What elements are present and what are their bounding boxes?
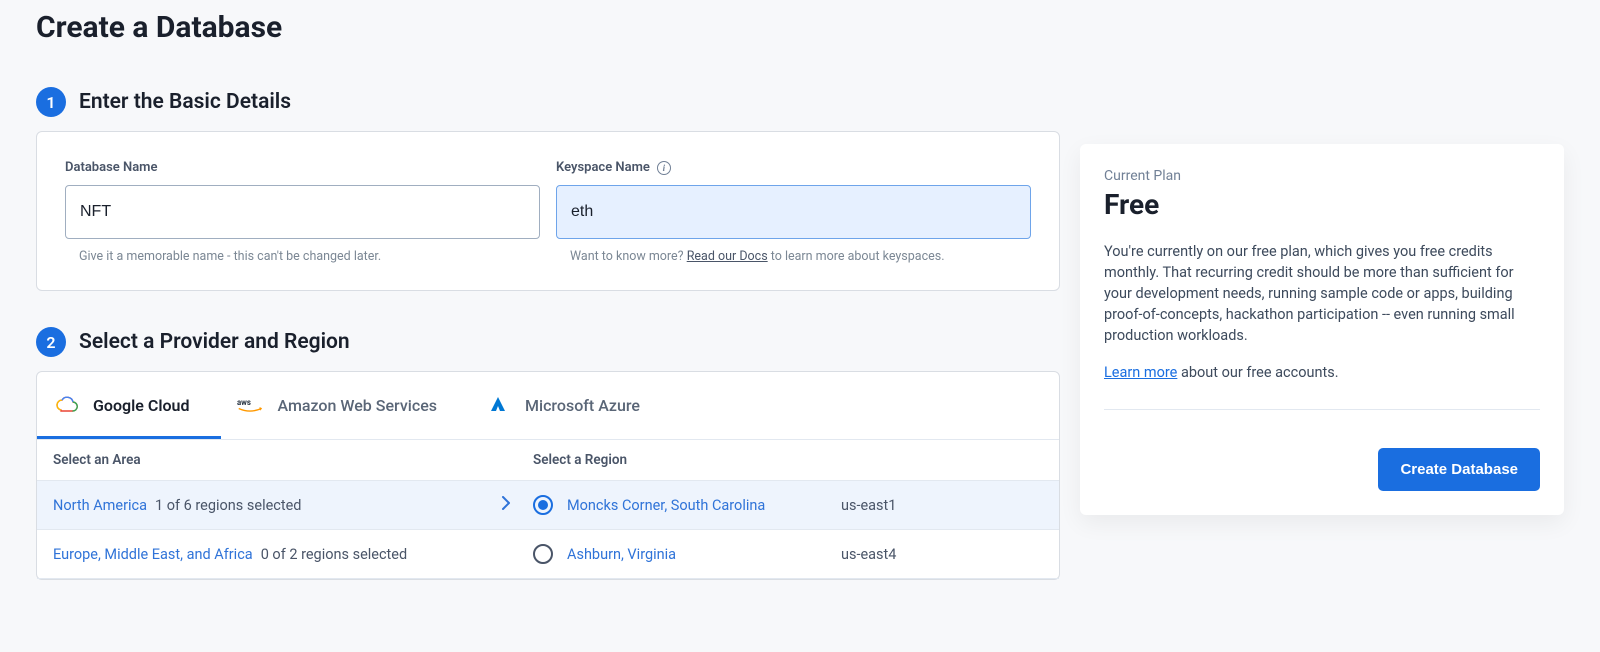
tab-google-cloud-label: Google Cloud xyxy=(93,396,189,415)
page-title: Create a Database xyxy=(36,0,1060,87)
aws-icon: aws xyxy=(237,394,263,416)
keyspace-name-label: Keyspace Name i xyxy=(556,160,1031,175)
tab-google-cloud[interactable]: Google Cloud xyxy=(37,372,221,439)
keyspace-hint-prefix: Want to know more? xyxy=(570,249,687,264)
google-cloud-icon xyxy=(53,394,79,416)
keyspace-hint-suffix: to learn more about keyspaces. xyxy=(768,249,945,264)
tab-aws[interactable]: aws Amazon Web Services xyxy=(221,372,469,439)
step1-number: 1 xyxy=(36,87,66,117)
area-subtext: 1 of 6 regions selected xyxy=(155,497,301,514)
keyspace-name-label-text: Keyspace Name xyxy=(556,160,650,175)
chevron-right-icon xyxy=(501,496,511,514)
area-north-america[interactable]: North America 1 of 6 regions selected xyxy=(53,497,533,514)
region-code: us-east4 xyxy=(841,546,896,563)
region-name: Ashburn, Virginia xyxy=(567,546,827,563)
tab-aws-label: Amazon Web Services xyxy=(277,396,437,415)
region-us-east1[interactable]: Moncks Corner, South Carolina us-east1 xyxy=(533,495,1043,515)
plan-name: Free xyxy=(1104,188,1540,221)
tab-azure-label: Microsoft Azure xyxy=(525,396,640,415)
area-name: North America xyxy=(53,497,147,514)
area-header: Select an Area xyxy=(53,452,533,468)
plan-learn-suffix: about our free accounts. xyxy=(1177,364,1338,381)
keyspace-name-input[interactable] xyxy=(556,185,1031,239)
azure-icon xyxy=(485,394,511,416)
step2-header: 2 Select a Provider and Region xyxy=(36,327,1060,357)
svg-text:aws: aws xyxy=(237,398,251,407)
plan-card: Current Plan Free You're currently on ou… xyxy=(1080,144,1564,515)
region-name: Moncks Corner, South Carolina xyxy=(567,497,827,514)
read-docs-link[interactable]: Read our Docs xyxy=(687,249,768,264)
plan-description: You're currently on our free plan, which… xyxy=(1104,241,1540,346)
region-code: us-east1 xyxy=(841,497,896,514)
info-icon[interactable]: i xyxy=(657,161,671,175)
region-header: Select a Region xyxy=(533,452,1043,468)
database-name-hint: Give it a memorable name - this can't be… xyxy=(65,249,540,264)
area-subtext: 0 of 2 regions selected xyxy=(261,546,407,563)
region-us-east4[interactable]: Ashburn, Virginia us-east4 xyxy=(533,544,1043,564)
area-name: Europe, Middle East, and Africa xyxy=(53,546,253,563)
provider-card: Google Cloud aws Amazon Web Services Mic… xyxy=(36,371,1060,580)
divider xyxy=(1104,409,1540,410)
step1-header: 1 Enter the Basic Details xyxy=(36,87,1060,117)
keyspace-name-hint: Want to know more? Read our Docs to lear… xyxy=(556,249,1031,264)
tab-azure[interactable]: Microsoft Azure xyxy=(469,372,672,439)
database-name-label: Database Name xyxy=(65,160,540,175)
area-emea[interactable]: Europe, Middle East, and Africa 0 of 2 r… xyxy=(53,546,533,563)
step1-title: Enter the Basic Details xyxy=(79,90,291,114)
area-region-row: Europe, Middle East, and Africa 0 of 2 r… xyxy=(37,530,1059,579)
area-region-row: North America 1 of 6 regions selected Mo… xyxy=(37,481,1059,530)
radio-icon[interactable] xyxy=(533,544,553,564)
provider-tabs: Google Cloud aws Amazon Web Services Mic… xyxy=(37,372,1059,440)
database-name-input[interactable] xyxy=(65,185,540,239)
step1-card: Database Name Give it a memorable name -… xyxy=(36,131,1060,291)
step2-number: 2 xyxy=(36,327,66,357)
plan-learn-more: Learn more about our free accounts. xyxy=(1104,364,1540,381)
create-database-button[interactable]: Create Database xyxy=(1378,448,1540,491)
learn-more-link[interactable]: Learn more xyxy=(1104,364,1177,381)
step2-title: Select a Provider and Region xyxy=(79,330,350,354)
radio-icon[interactable] xyxy=(533,495,553,515)
plan-label: Current Plan xyxy=(1104,168,1540,184)
